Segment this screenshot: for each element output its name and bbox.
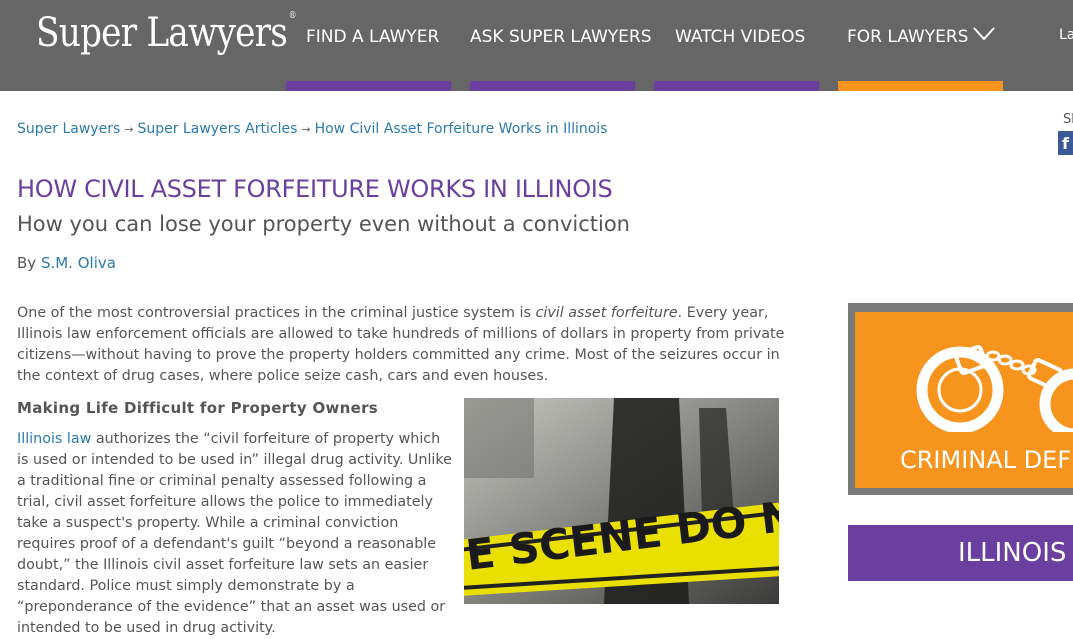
chevron-down-icon[interactable] [973,26,995,42]
body-text: authorizes the “civil forfeiture of prop… [17,431,452,636]
intro-paragraph: One of the most controversial practices … [17,303,787,387]
registered-mark: ® [288,10,297,21]
logo-text: Super Lawyers [36,10,288,56]
intro-emphasis: civil asset forfeiture [535,305,678,321]
facebook-glyph: f [1062,134,1069,153]
breadcrumb: Super Lawyers → Super Lawyers Articles → How… [17,121,608,137]
nav-accent-bar [470,81,635,91]
illinois-label: ILLINOIS [958,538,1067,568]
super-lawyers-logo[interactable]: Super Lawyers ® [36,10,296,56]
crime-scene-photo: E SCENE DO NOT CROSS [464,398,779,604]
breadcrumb-home[interactable]: Super Lawyers [17,121,120,137]
nav-ask-super-lawyers[interactable]: ASK SUPER LAWYERS [470,27,652,47]
breadcrumb-articles[interactable]: Super Lawyers Articles [137,121,297,137]
site-header: Super Lawyers ® FIND A LAWYER ASK SUPER L… [0,0,1073,91]
nav-for-lawyers[interactable]: FOR LAWYERS [847,27,968,47]
breadcrumb-separator: → [124,123,134,136]
nav-accent-bar [286,81,451,91]
illinois-banner[interactable]: ILLINOIS [848,525,1073,581]
illinois-law-link[interactable]: Illinois law [17,431,91,447]
facebook-icon[interactable]: f [1058,131,1073,155]
promo-label: CRIMINAL DEFE [900,446,1073,474]
nav-accent-bar [654,81,819,91]
page-title: HOW CIVIL ASSET FORFEITURE WORKS IN ILLI… [17,175,613,203]
byline: By S.M. Oliva [17,254,116,272]
handcuffs-icon [916,345,1073,440]
nav-find-a-lawyer[interactable]: FIND A LAWYER [306,27,439,47]
author-link[interactable]: S.M. Oliva [41,254,116,272]
nav-language-cut[interactable]: La [1059,27,1073,43]
share-label: Sh [1063,112,1073,127]
section-heading: Making Life Difficult for Property Owner… [17,399,379,417]
breadcrumb-separator: → [301,123,311,136]
nav-accent-bar [838,81,1003,91]
nav-watch-videos[interactable]: WATCH VIDEOS [675,27,805,47]
page-subtitle: How you can lose your property even with… [17,212,630,236]
body-paragraph: Illinois law authorizes the “civil forfe… [17,429,455,639]
by-label: By [17,254,37,272]
breadcrumb-current[interactable]: How Civil Asset Forfeiture Works in Illi… [315,121,608,137]
crime-scene-tape-image: E SCENE DO NOT CROSS [464,398,779,604]
intro-text-start: One of the most controversial practices … [17,305,536,321]
